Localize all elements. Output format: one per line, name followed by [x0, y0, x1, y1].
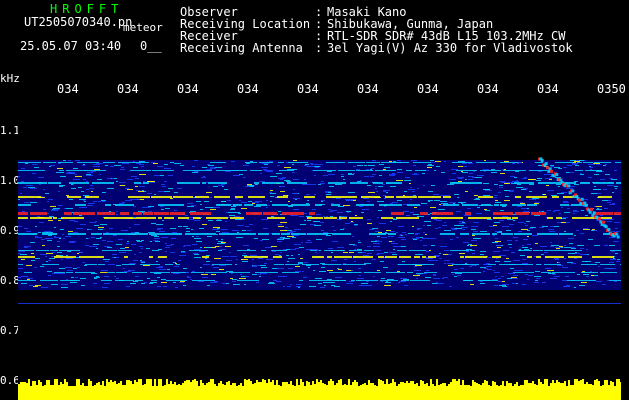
y-tick-label: 0.7 — [0, 324, 20, 337]
y-tick-label: 0.6 — [0, 374, 20, 387]
info-value-antenna: 3el Yagi(V) Az 330 for Vladivostok — [327, 41, 573, 55]
x-tick-label: 034 — [477, 82, 499, 96]
y-tick-label: 0.8 — [0, 274, 20, 287]
app-title: HROFFT — [50, 2, 124, 16]
y-axis-unit: kHz — [0, 72, 20, 85]
spectrogram — [18, 100, 621, 400]
x-tick-label: 034 — [297, 82, 319, 96]
x-tick-label: 034 — [177, 82, 199, 96]
x-tick-label: 034 — [237, 82, 259, 96]
meteor-label: meteor — [123, 21, 163, 34]
y-tick-label: 0.9 — [0, 224, 20, 237]
x-tick-label: 034 — [417, 82, 439, 96]
filename-label: UT2505070340.pn — [24, 15, 133, 29]
info-key-antenna: Receiving Antenna — [180, 41, 303, 55]
x-tick-label: 034 — [537, 82, 559, 96]
meteor-counter: 0__ — [140, 39, 162, 53]
x-tick-label: 034 — [117, 82, 139, 96]
datetime-label: 25.05.07 03:40 — [20, 39, 122, 53]
y-tick-label: 1.1 — [0, 124, 20, 137]
x-tick-label: 0350 — [597, 82, 626, 96]
info-sep-antenna: : — [315, 41, 323, 55]
spectrogram-noise — [18, 160, 621, 290]
y-tick-label: 1.0 — [0, 174, 20, 187]
x-tick-label: 034 — [57, 82, 79, 96]
x-tick-label: 034 — [357, 82, 379, 96]
